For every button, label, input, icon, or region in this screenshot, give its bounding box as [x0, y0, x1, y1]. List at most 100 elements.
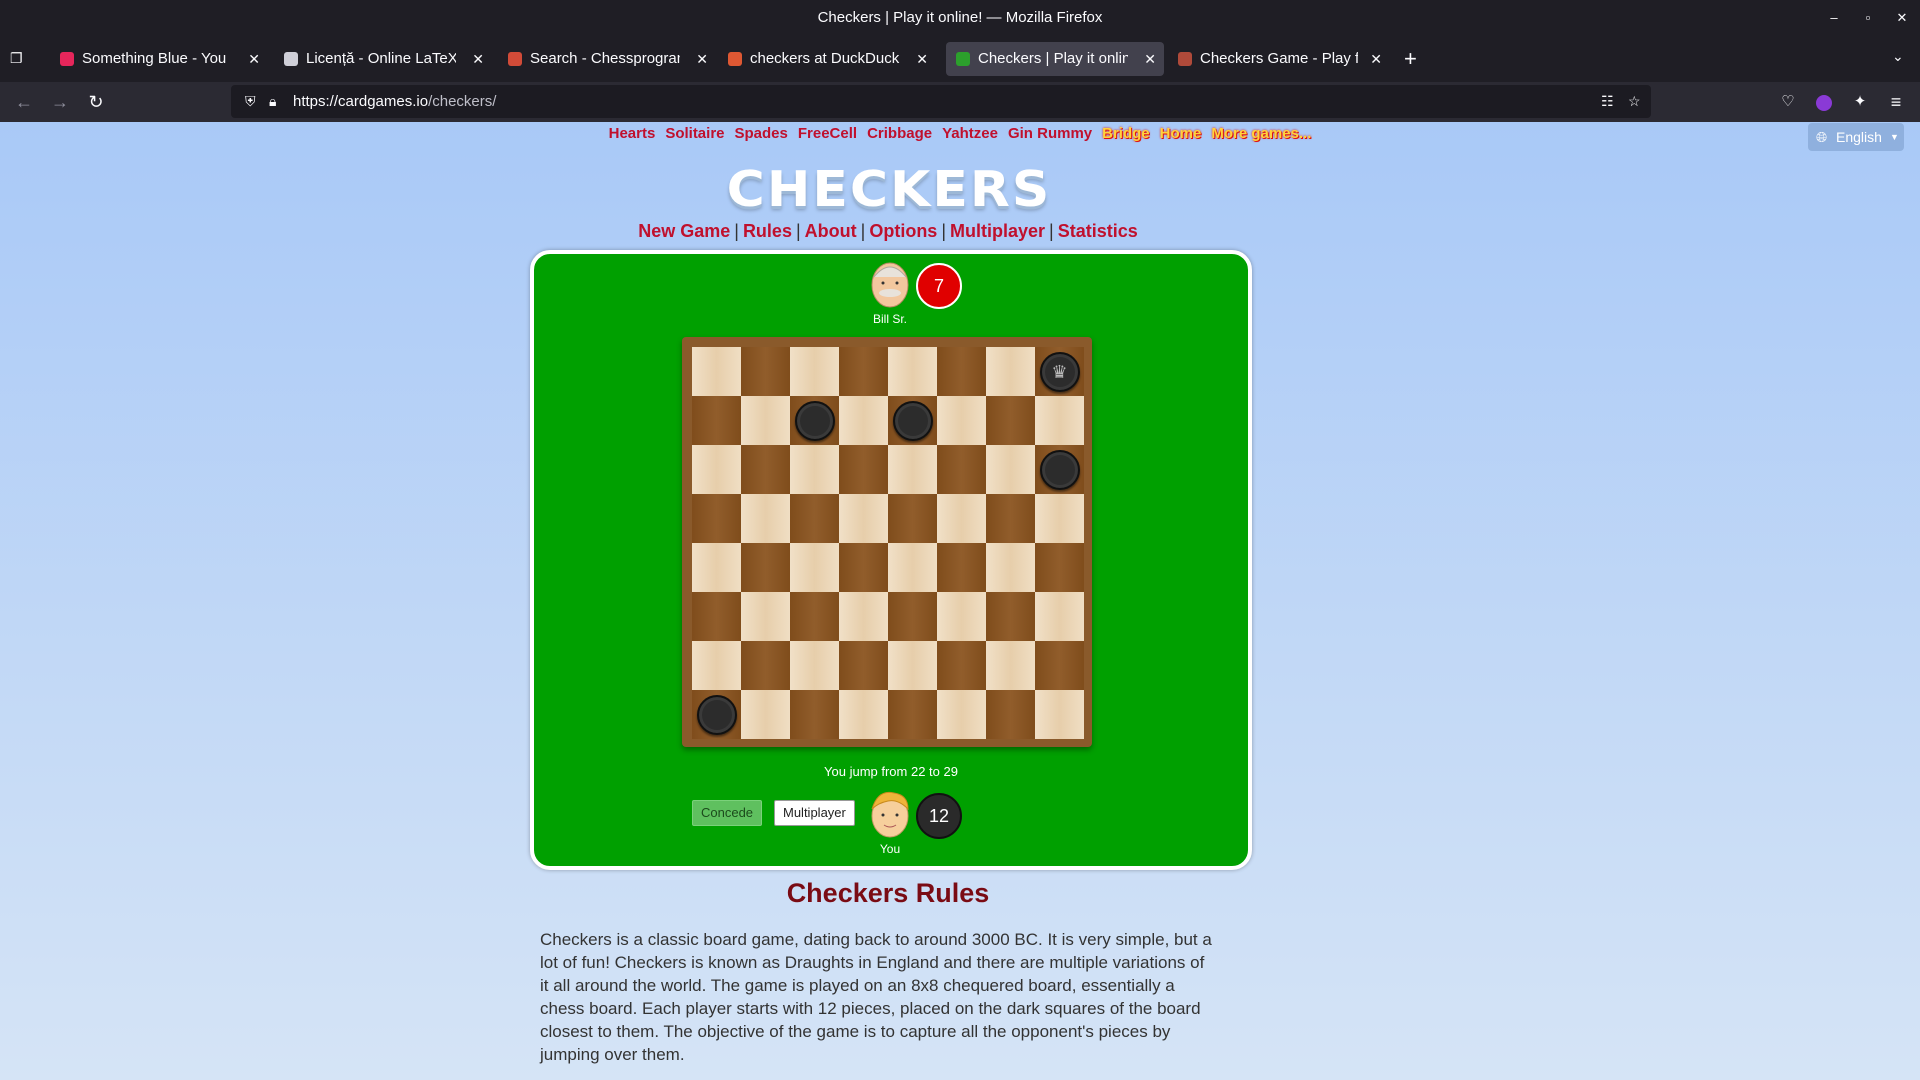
board-square[interactable]	[1035, 641, 1084, 690]
board-square[interactable]	[741, 543, 790, 592]
menu-link[interactable]: Statistics	[1058, 221, 1138, 241]
reader-view-icon[interactable]: ☷	[1601, 85, 1614, 118]
extension-avatar-icon[interactable]	[1810, 88, 1838, 116]
minimize-icon[interactable]: –	[1816, 0, 1852, 36]
board-square[interactable]	[986, 641, 1035, 690]
browser-tab[interactable]: checkers at DuckDuckGo ✕	[718, 42, 936, 76]
board-square[interactable]	[888, 592, 937, 641]
back-icon[interactable]: ←	[10, 88, 38, 116]
multiplayer-button[interactable]: Multiplayer	[774, 800, 855, 826]
forward-icon[interactable]: →	[46, 88, 74, 116]
board-square[interactable]	[986, 494, 1035, 543]
board-square[interactable]	[937, 592, 986, 641]
url-text[interactable]: https://cardgames.io/checkers/	[293, 85, 496, 118]
board-square[interactable]	[741, 445, 790, 494]
board-square[interactable]	[839, 592, 888, 641]
checker-piece[interactable]	[696, 694, 737, 735]
board-square[interactable]	[1035, 690, 1084, 739]
board-square[interactable]	[741, 494, 790, 543]
board-square[interactable]	[937, 347, 986, 396]
board-square[interactable]	[692, 641, 741, 690]
browser-tab[interactable]: Something Blue - You ✕	[50, 42, 268, 76]
tab-list-icon[interactable]: ❐	[10, 50, 28, 66]
tab-close-icon[interactable]: ✕	[472, 42, 484, 76]
king-piece[interactable]: ♛	[1039, 351, 1080, 392]
board-square[interactable]	[839, 641, 888, 690]
menu-link[interactable]: Rules	[743, 221, 792, 241]
close-window-icon[interactable]: ✕	[1884, 0, 1920, 36]
board-square[interactable]	[986, 396, 1035, 445]
top-nav-link[interactable]: Hearts	[609, 125, 656, 142]
checker-piece[interactable]	[892, 400, 933, 441]
board-square[interactable]	[839, 396, 888, 445]
board-square[interactable]	[937, 543, 986, 592]
board-square[interactable]	[937, 641, 986, 690]
top-nav-highlight-link[interactable]: Home	[1160, 125, 1202, 142]
concede-button[interactable]: Concede	[692, 800, 763, 826]
browser-tab[interactable]: Checkers Game - Play for ✕	[1168, 42, 1390, 76]
board-square[interactable]	[986, 592, 1035, 641]
board-square[interactable]	[937, 445, 986, 494]
board-square[interactable]	[839, 690, 888, 739]
top-nav-highlight-link[interactable]: More games...	[1211, 125, 1311, 142]
board-square[interactable]	[692, 347, 741, 396]
board-square[interactable]	[790, 592, 839, 641]
board-square[interactable]	[888, 543, 937, 592]
checker-piece[interactable]	[1039, 449, 1080, 490]
board-square[interactable]	[790, 690, 839, 739]
board-square[interactable]	[986, 543, 1035, 592]
tab-close-icon[interactable]: ✕	[248, 42, 260, 76]
board-square[interactable]	[1035, 543, 1084, 592]
chevron-down-icon[interactable]: ⌄	[1892, 48, 1904, 65]
board-square[interactable]	[790, 347, 839, 396]
board-square[interactable]	[888, 445, 937, 494]
menu-hamburger-icon[interactable]: ≡	[1882, 88, 1910, 116]
board-square[interactable]	[888, 494, 937, 543]
board-square[interactable]	[1035, 494, 1084, 543]
board-square[interactable]	[741, 396, 790, 445]
menu-link[interactable]: About	[805, 221, 857, 241]
top-nav-link[interactable]: Yahtzee	[942, 125, 998, 142]
board-square[interactable]	[741, 641, 790, 690]
top-nav-link[interactable]: Cribbage	[867, 125, 932, 142]
browser-tab[interactable]: Checkers | Play it online! ✕	[946, 42, 1164, 76]
tab-close-icon[interactable]: ✕	[1144, 42, 1156, 76]
board-square[interactable]	[692, 445, 741, 494]
reload-icon[interactable]: ↻	[82, 88, 110, 116]
board-square[interactable]	[986, 445, 1035, 494]
shield-icon[interactable]: ⛨	[245, 85, 256, 118]
new-tab-icon[interactable]: +	[1404, 46, 1417, 72]
board-square[interactable]	[937, 396, 986, 445]
board-square[interactable]	[888, 690, 937, 739]
board-square[interactable]	[790, 494, 839, 543]
checker-piece[interactable]	[794, 400, 835, 441]
board-square[interactable]	[839, 445, 888, 494]
browser-tab[interactable]: Search - Chessprogramm ✕	[498, 42, 716, 76]
board-square[interactable]	[1035, 396, 1084, 445]
tab-close-icon[interactable]: ✕	[916, 42, 928, 76]
board-square[interactable]	[692, 592, 741, 641]
board-square[interactable]	[937, 494, 986, 543]
pocket-icon[interactable]: ♡	[1774, 88, 1802, 116]
board-square[interactable]	[839, 543, 888, 592]
board-square[interactable]	[839, 347, 888, 396]
top-nav-link[interactable]: Solitaire	[665, 125, 724, 142]
board-square[interactable]	[790, 445, 839, 494]
top-nav-link[interactable]: FreeCell	[798, 125, 857, 142]
tab-close-icon[interactable]: ✕	[696, 42, 708, 76]
board-square[interactable]	[1035, 592, 1084, 641]
board-square[interactable]	[741, 690, 790, 739]
top-nav-link[interactable]: Gin Rummy	[1008, 125, 1092, 142]
tab-close-icon[interactable]: ✕	[1370, 42, 1382, 76]
board-square[interactable]	[986, 690, 1035, 739]
maximize-icon[interactable]: ▫	[1850, 0, 1886, 36]
lock-icon[interactable]: 🔒︎	[269, 85, 276, 118]
language-selector[interactable]: 🌐︎ English ▼	[1808, 123, 1904, 151]
board-square[interactable]	[741, 347, 790, 396]
board-square[interactable]	[888, 347, 937, 396]
board-square[interactable]	[692, 494, 741, 543]
board-square[interactable]	[888, 641, 937, 690]
top-nav-highlight-link[interactable]: Bridge	[1102, 125, 1150, 142]
checkers-board[interactable]: ♛	[692, 347, 1084, 739]
top-nav-link[interactable]: Spades	[735, 125, 788, 142]
